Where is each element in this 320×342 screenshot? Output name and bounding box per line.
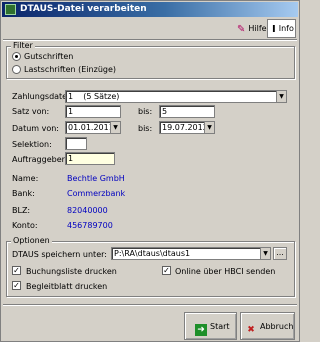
datum-bis-picker[interactable]: 19.07.2012 ▼ bbox=[159, 121, 215, 134]
speichern-label: DTAUS speichern unter: bbox=[12, 250, 107, 259]
window-title: DTAUS-Datei verarbeiten bbox=[20, 4, 147, 14]
filter-group bbox=[6, 46, 295, 79]
lastschriften-radio[interactable] bbox=[12, 65, 21, 74]
lastschriften-label[interactable]: Lastschriften (Einzüge) bbox=[24, 65, 116, 74]
datum-von-label: Datum von: bbox=[12, 124, 59, 133]
toolbar-separator bbox=[3, 39, 297, 41]
satz-bis-label: bis: bbox=[138, 107, 153, 116]
speichern-path-value: P:\RA\dtaus\dtaus1 bbox=[114, 249, 191, 258]
zahlungsdatei-label: Zahlungsdatei: bbox=[12, 92, 73, 101]
bottom-separator bbox=[3, 304, 297, 306]
info-icon: I bbox=[272, 24, 276, 35]
title-bar: DTAUS-Datei verarbeiten bbox=[2, 2, 298, 17]
chevron-down-icon[interactable]: ▼ bbox=[110, 122, 120, 133]
satz-bis-input[interactable]: 5 bbox=[159, 105, 215, 118]
start-label: Start bbox=[210, 322, 230, 331]
selektion-input[interactable] bbox=[65, 137, 87, 150]
zahlungsdatei-count: (5 Sätze) bbox=[83, 92, 120, 101]
bank-label: Bank: bbox=[12, 189, 35, 198]
start-button[interactable]: ➜ Start bbox=[184, 312, 237, 340]
browse-button[interactable]: ... bbox=[273, 247, 287, 260]
selektion-label: Selektion: bbox=[12, 140, 52, 149]
info-tab[interactable]: I Info bbox=[267, 19, 296, 38]
blz-label: BLZ: bbox=[12, 206, 31, 215]
konto-value: 456789700 bbox=[67, 221, 113, 230]
info-label: Info bbox=[278, 24, 294, 33]
gutschriften-label[interactable]: Gutschriften bbox=[24, 52, 73, 61]
hilfe-label: Hilfe bbox=[248, 24, 267, 33]
datum-von-value: 01.01.2011 bbox=[68, 123, 114, 132]
blz-value: 82040000 bbox=[67, 206, 108, 215]
datum-von-picker[interactable]: 01.01.2011 ▼ bbox=[65, 121, 121, 134]
begleitblatt-label[interactable]: Begleitblatt drucken bbox=[26, 282, 107, 291]
app-icon bbox=[5, 4, 16, 15]
help-book-icon: ✎ bbox=[237, 24, 246, 35]
dialog-window: DTAUS-Datei verarbeiten ✎ Hilfe I Info Fil… bbox=[0, 0, 300, 342]
chevron-down-icon[interactable]: ▼ bbox=[260, 248, 270, 259]
datum-bis-label: bis: bbox=[138, 124, 153, 133]
buchungsliste-checkbox[interactable]: ✓ bbox=[12, 266, 21, 275]
konto-label: Konto: bbox=[12, 221, 38, 230]
chevron-down-icon[interactable]: ▼ bbox=[276, 91, 286, 102]
zahlungsdatei-value: 1 bbox=[68, 92, 74, 101]
name-value: Bechtle GmbH bbox=[67, 174, 125, 183]
start-arrow-icon: ➜ bbox=[195, 324, 207, 336]
cancel-x-icon: ✖ bbox=[247, 325, 255, 335]
name-label: Name: bbox=[12, 174, 39, 183]
zahlungsdatei-select[interactable]: 1 (5 Sätze) ▼ bbox=[65, 90, 287, 103]
hilfe-button[interactable]: ✎ Hilfe bbox=[232, 19, 269, 38]
bank-value: Commerzbank bbox=[67, 189, 126, 198]
abbruch-label: Abbruch bbox=[260, 322, 294, 331]
satz-von-label: Satz von: bbox=[12, 107, 50, 116]
buchungsliste-label[interactable]: Buchungsliste drucken bbox=[26, 267, 117, 276]
gutschriften-radio[interactable] bbox=[12, 52, 21, 61]
online-hbci-checkbox[interactable]: ✓ bbox=[162, 266, 171, 275]
filter-group-label: Filter bbox=[11, 41, 35, 50]
datum-bis-value: 19.07.2012 bbox=[162, 123, 208, 132]
auftraggeber-label: Auftraggeber: bbox=[12, 155, 68, 164]
abbruch-button[interactable]: ✖ Abbruch bbox=[240, 312, 295, 340]
begleitblatt-checkbox[interactable]: ✓ bbox=[12, 281, 21, 290]
optionen-group-label: Optionen bbox=[11, 236, 52, 245]
speichern-path-select[interactable]: P:\RA\dtaus\dtaus1 ▼ bbox=[111, 247, 271, 260]
auftraggeber-input[interactable]: 1 bbox=[65, 152, 115, 165]
chevron-down-icon[interactable]: ▼ bbox=[204, 122, 214, 133]
online-hbci-label[interactable]: Online über HBCI senden bbox=[175, 267, 275, 276]
satz-von-input[interactable]: 1 bbox=[65, 105, 121, 118]
